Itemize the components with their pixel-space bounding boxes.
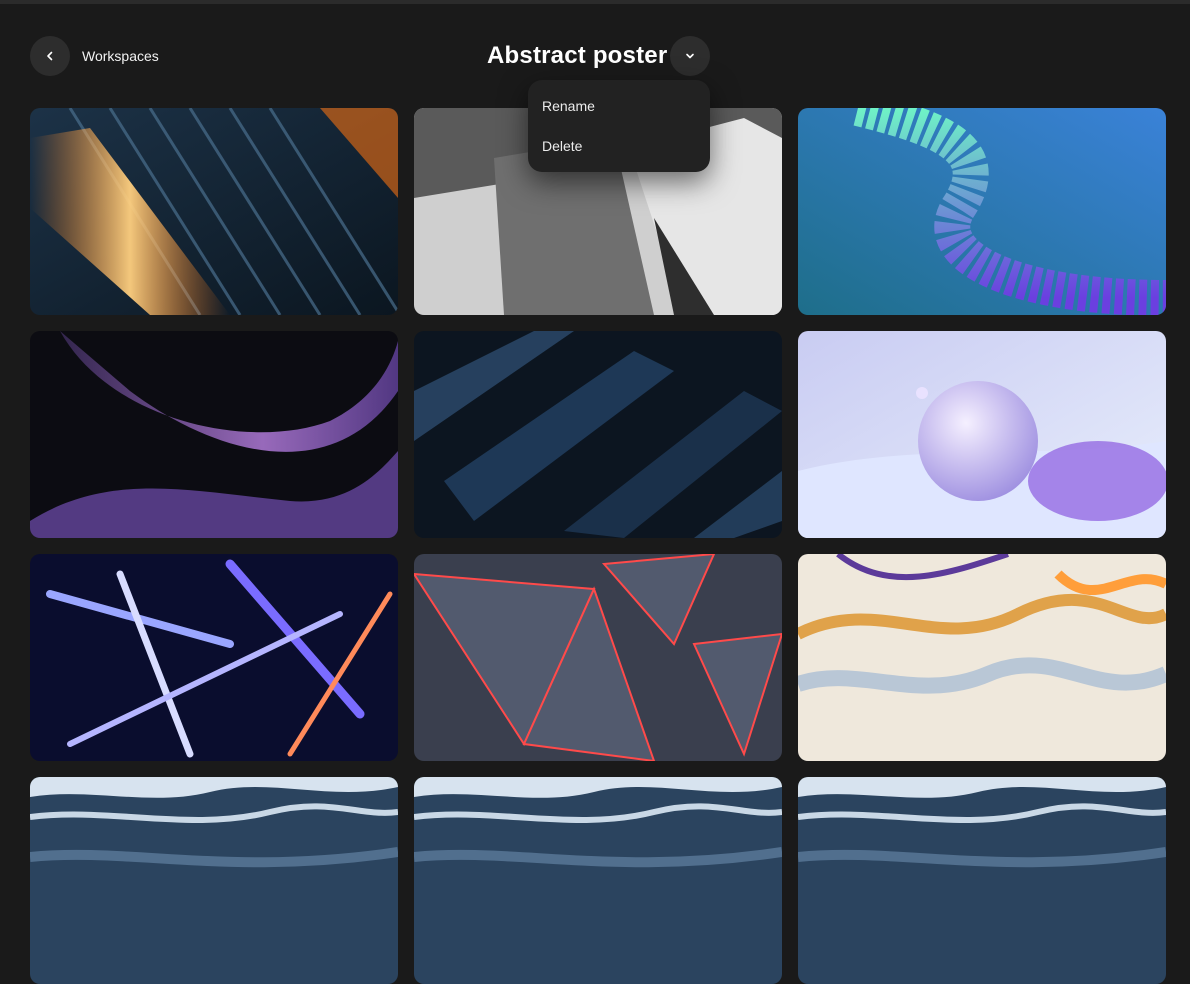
gallery-image-neon-tubes[interactable] bbox=[30, 554, 398, 761]
gallery-image-pastel-sphere[interactable] bbox=[798, 331, 1166, 538]
gallery-image-dark-blue-wood[interactable] bbox=[414, 331, 782, 538]
gallery-image-teal-spiral[interactable] bbox=[798, 108, 1166, 315]
title-dropdown-button[interactable] bbox=[670, 36, 710, 76]
top-border bbox=[0, 0, 1190, 4]
gallery-image-ocean-waves[interactable] bbox=[414, 777, 782, 984]
gallery-image-orange-blue-streaks[interactable] bbox=[30, 108, 398, 315]
gallery-image-marbled-swirl[interactable] bbox=[798, 554, 1166, 761]
gallery-image-red-triangles[interactable] bbox=[414, 554, 782, 761]
rename-menu-item[interactable]: Rename bbox=[542, 96, 595, 116]
gallery-image-purple-wave[interactable] bbox=[30, 331, 398, 538]
back-link-label[interactable]: Workspaces bbox=[82, 46, 159, 66]
title-dropdown-menu: Rename Delete bbox=[528, 80, 710, 172]
gallery-image-ocean-waves[interactable] bbox=[30, 777, 398, 984]
page-title: Abstract poster bbox=[487, 42, 668, 69]
back-button[interactable] bbox=[30, 36, 70, 76]
gallery-image-ocean-waves[interactable] bbox=[798, 777, 1166, 984]
chevron-left-icon bbox=[47, 51, 53, 61]
delete-menu-item[interactable]: Delete bbox=[542, 136, 582, 156]
chevron-down-icon bbox=[686, 53, 694, 59]
